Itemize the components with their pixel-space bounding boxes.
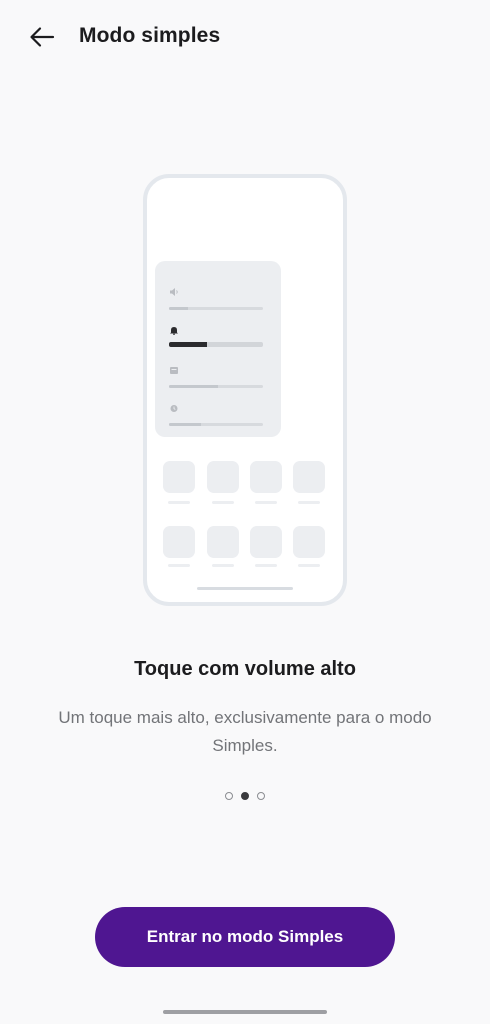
page-title: Modo simples <box>79 24 221 47</box>
speaker-icon <box>170 288 178 296</box>
app-label-placeholder <box>168 501 190 504</box>
app-tile-placeholder <box>163 526 195 558</box>
volume-slider-notification <box>169 385 263 388</box>
simple-mode-intro-screen: Modo simples Toque com volume alto Um to… <box>0 0 490 1024</box>
page-dot-3[interactable] <box>257 792 265 800</box>
app-label-placeholder <box>212 564 234 567</box>
app-tile-placeholder <box>207 461 239 493</box>
bell-icon <box>170 327 178 335</box>
app-label-placeholder <box>255 564 277 567</box>
volume-slider-ringtone <box>169 342 263 347</box>
phone-illustration <box>143 174 347 606</box>
page-indicator <box>0 792 490 800</box>
volume-slider-media <box>169 307 263 310</box>
phone-home-bar-illustration <box>197 587 293 590</box>
app-tile-placeholder <box>293 461 325 493</box>
volume-slider-alarm <box>169 423 263 426</box>
notification-icon <box>170 367 178 374</box>
app-label-placeholder <box>255 501 277 504</box>
app-label-placeholder <box>212 501 234 504</box>
gesture-navigation-handle[interactable] <box>163 1010 327 1014</box>
app-tile-placeholder <box>250 526 282 558</box>
app-tile-placeholder <box>293 526 325 558</box>
slide-description: Um toque mais alto, exclusivamente para … <box>58 708 432 755</box>
page-dot-2[interactable] <box>241 792 249 800</box>
page-dot-1[interactable] <box>225 792 233 800</box>
app-tile-placeholder <box>207 526 239 558</box>
app-label-placeholder <box>298 564 320 567</box>
arrow-left-icon <box>30 27 55 47</box>
top-app-bar: Modo simples <box>0 0 490 76</box>
alarm-clock-icon <box>170 405 178 412</box>
volume-panel-illustration <box>155 261 281 437</box>
back-button[interactable] <box>22 20 62 54</box>
app-label-placeholder <box>298 501 320 504</box>
app-tile-placeholder <box>250 461 282 493</box>
slide-title: Toque com volume alto <box>134 658 356 680</box>
app-label-placeholder <box>168 564 190 567</box>
app-tile-placeholder <box>163 461 195 493</box>
enter-simple-mode-button[interactable]: Entrar no modo Simples <box>95 907 395 967</box>
